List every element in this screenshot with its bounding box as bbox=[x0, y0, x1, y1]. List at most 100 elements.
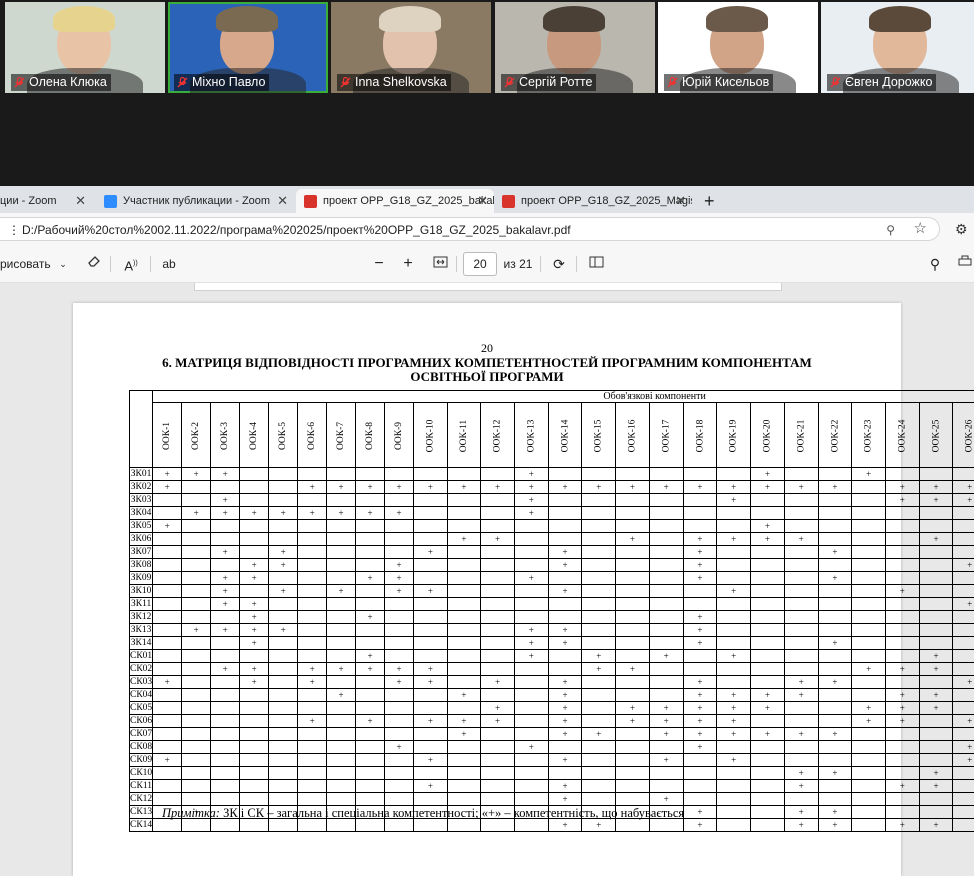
mark-cell: + bbox=[783, 779, 819, 793]
zoom-in-url-icon[interactable]: ⚲ bbox=[886, 218, 895, 242]
empty-cell bbox=[297, 753, 328, 767]
row-label: СК05 bbox=[128, 701, 154, 715]
empty-cell bbox=[326, 753, 357, 767]
row-label: ЗК09 bbox=[128, 571, 154, 585]
zoom-out-button[interactable]: − bbox=[370, 254, 388, 274]
empty-cell bbox=[615, 753, 650, 767]
fit-to-width-icon[interactable] bbox=[430, 254, 450, 274]
empty-cell bbox=[181, 584, 212, 598]
row-label: СК06 bbox=[128, 714, 154, 728]
table-row: ЗК01+++++++ bbox=[128, 467, 974, 481]
participant-video-tile[interactable]: Inna Shelkovska bbox=[331, 2, 491, 93]
extensions-icon[interactable]: ⚙ bbox=[955, 221, 968, 238]
rotate-icon[interactable]: ⟳ bbox=[549, 254, 569, 274]
browser-tab[interactable]: ции - Zoom ✕ bbox=[0, 189, 92, 213]
close-tab-icon[interactable]: ✕ bbox=[277, 189, 288, 213]
empty-cell bbox=[581, 753, 617, 767]
favorite-star-icon[interactable]: ☆ bbox=[914, 217, 927, 241]
empty-cell bbox=[181, 636, 212, 650]
mark-cell: + bbox=[783, 818, 819, 832]
mark-cell: + bbox=[817, 545, 853, 559]
empty-cell bbox=[513, 753, 549, 767]
page-info-icon[interactable]: ⋮ bbox=[8, 218, 20, 242]
empty-cell bbox=[513, 610, 549, 624]
column-header: ООК-16 bbox=[615, 402, 650, 468]
mark-cell: + bbox=[952, 675, 974, 689]
browser-tab[interactable]: проект OPP_G18_GZ_2025_Magistr.pdf✕ bbox=[494, 189, 692, 213]
participant-name: Олена Клюка bbox=[29, 75, 107, 89]
empty-cell bbox=[297, 649, 328, 663]
eraser-icon[interactable] bbox=[84, 254, 104, 274]
empty-cell bbox=[783, 623, 819, 637]
participant-video-tile[interactable]: Міхно Павло bbox=[168, 2, 328, 93]
empty-cell bbox=[817, 792, 853, 806]
participant-video-tile[interactable]: Сергій Ротте bbox=[495, 2, 655, 93]
empty-cell bbox=[326, 545, 357, 559]
empty-cell bbox=[268, 701, 299, 715]
empty-cell bbox=[326, 766, 357, 780]
empty-cell bbox=[952, 584, 974, 598]
empty-cell bbox=[297, 740, 328, 754]
table-row: СК08+++++++ bbox=[128, 740, 974, 754]
print-icon[interactable] bbox=[955, 254, 974, 274]
new-tab-button[interactable]: + bbox=[704, 189, 724, 213]
muted-mic-icon bbox=[340, 77, 351, 88]
mark-cell: + bbox=[581, 662, 617, 676]
empty-cell bbox=[648, 532, 684, 546]
empty-cell bbox=[446, 467, 482, 481]
search-icon[interactable]: ⚲ bbox=[925, 254, 945, 274]
empty-cell bbox=[297, 792, 328, 806]
read-aloud-icon[interactable]: A)) bbox=[120, 254, 142, 274]
mark-cell: + bbox=[783, 727, 819, 741]
empty-cell bbox=[384, 623, 415, 637]
participant-name: Inna Shelkovska bbox=[355, 75, 447, 89]
pdf-viewer[interactable]: 20 6. МАТРИЦЯ ВІДПОВІДНОСТІ ПРОГРАМНИХ К… bbox=[0, 283, 974, 876]
participant-video-tile[interactable]: Юрій Кисельов bbox=[658, 2, 818, 93]
url-field[interactable]: ⋮ D:/Рабочий%20стол%2002.11.2022/програм… bbox=[0, 217, 940, 241]
participant-video-tile[interactable]: Євген Дорожко bbox=[821, 2, 974, 93]
column-header: ООК-4 bbox=[239, 402, 270, 468]
mark-cell: + bbox=[181, 467, 212, 481]
empty-cell bbox=[297, 493, 328, 507]
empty-cell bbox=[268, 610, 299, 624]
empty-cell bbox=[952, 467, 974, 481]
empty-cell bbox=[884, 766, 920, 780]
empty-cell bbox=[851, 519, 886, 533]
close-tab-icon[interactable]: ✕ bbox=[477, 189, 488, 213]
mark-cell: + bbox=[239, 610, 270, 624]
page-view-icon[interactable] bbox=[586, 254, 606, 274]
empty-cell bbox=[648, 779, 684, 793]
participant-video-tile[interactable]: Олена Клюка bbox=[5, 2, 165, 93]
mark-cell: + bbox=[513, 623, 549, 637]
empty-cell bbox=[750, 636, 785, 650]
chevron-down-icon[interactable]: ⌄ bbox=[56, 254, 70, 274]
column-header: ООК-13 bbox=[513, 402, 549, 468]
draw-button[interactable]: рисовать bbox=[0, 254, 52, 274]
corner-cell bbox=[128, 390, 154, 468]
empty-cell bbox=[750, 675, 785, 689]
browser-tab[interactable]: проект OPP_G18_GZ_2025_bakalavr.pdf✕ bbox=[296, 189, 494, 213]
empty-cell bbox=[355, 545, 386, 559]
empty-cell bbox=[446, 584, 482, 598]
table-row: СК04+++++++++++ bbox=[128, 688, 974, 702]
empty-cell bbox=[884, 727, 920, 741]
empty-cell bbox=[384, 532, 415, 546]
empty-cell bbox=[268, 792, 299, 806]
translate-icon[interactable]: ab bbox=[158, 254, 180, 274]
column-header: ООК-8 bbox=[355, 402, 386, 468]
column-header: ООК-14 bbox=[547, 402, 583, 468]
mark-cell: + bbox=[682, 688, 718, 702]
close-tab-icon[interactable]: ✕ bbox=[675, 189, 686, 213]
close-tab-icon[interactable]: ✕ bbox=[75, 189, 86, 213]
empty-cell bbox=[884, 545, 920, 559]
mark-cell: + bbox=[884, 714, 920, 728]
empty-cell bbox=[918, 753, 954, 767]
zoom-in-button[interactable]: + bbox=[399, 254, 417, 274]
mark-cell: + bbox=[750, 467, 785, 481]
empty-cell bbox=[648, 766, 684, 780]
browser-tab[interactable]: Участник публикации - Zoom ✕ bbox=[96, 189, 294, 213]
page-number-input[interactable]: 20 bbox=[463, 252, 497, 276]
empty-cell bbox=[783, 792, 819, 806]
mark-cell: + bbox=[413, 662, 448, 676]
empty-cell bbox=[513, 714, 549, 728]
